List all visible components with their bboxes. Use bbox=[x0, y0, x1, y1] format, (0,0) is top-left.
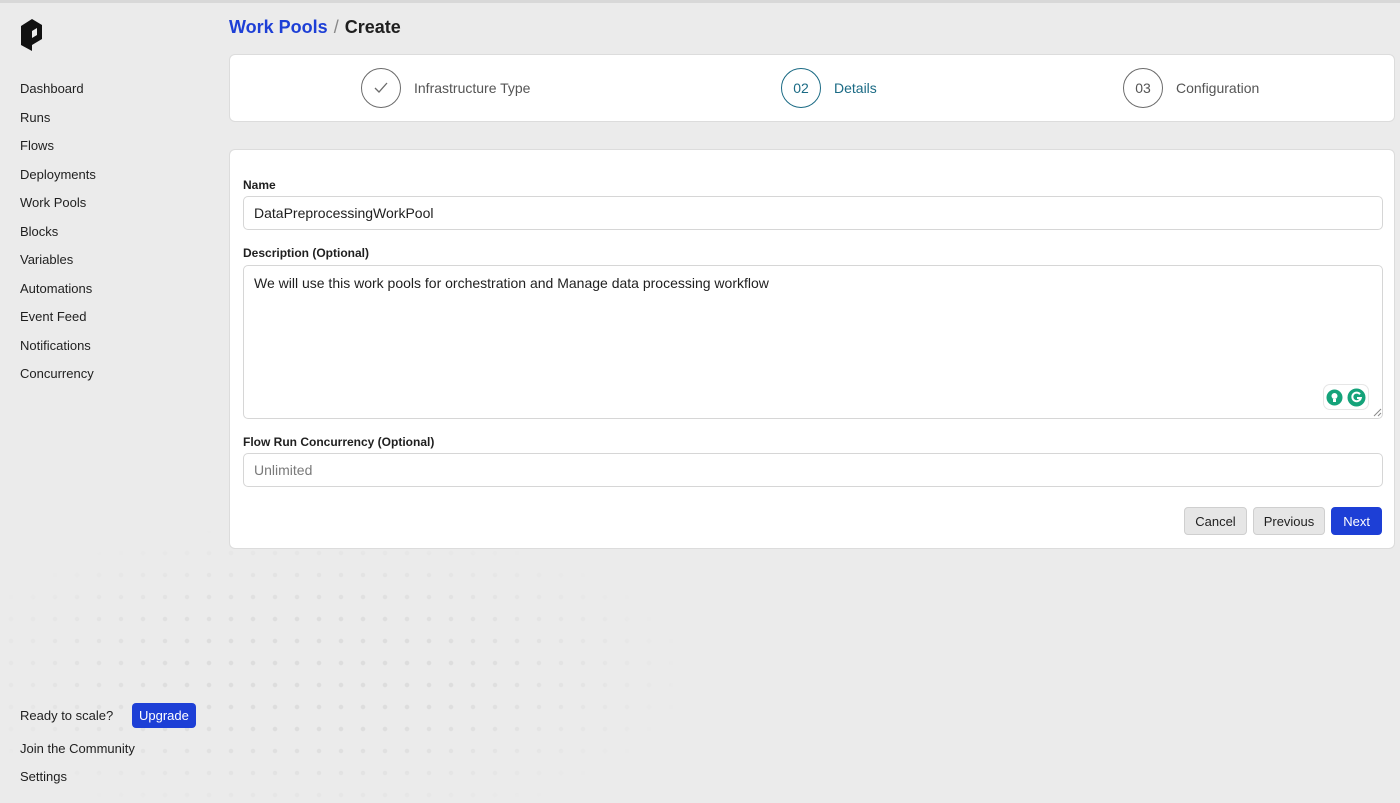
sidebar-item-event-feed[interactable]: Event Feed bbox=[20, 308, 96, 337]
cancel-button[interactable]: Cancel bbox=[1184, 507, 1247, 535]
step-infrastructure-type[interactable]: Infrastructure Type bbox=[361, 68, 530, 108]
sidebar-item-flows[interactable]: Flows bbox=[20, 137, 96, 166]
breadcrumb-separator: / bbox=[333, 17, 339, 37]
join-community-link[interactable]: Join the Community bbox=[20, 741, 210, 757]
grammarly-widget[interactable] bbox=[1323, 384, 1369, 410]
breadcrumb-work-pools-link[interactable]: Work Pools bbox=[229, 17, 328, 37]
ready-to-scale-text: Ready to scale? bbox=[20, 708, 114, 723]
page-title: Create bbox=[344, 17, 401, 37]
wizard-stepper: Infrastructure Type 02 Details 03 Config… bbox=[229, 54, 1395, 122]
sidebar-item-blocks[interactable]: Blocks bbox=[20, 223, 96, 252]
lightbulb-icon bbox=[1326, 389, 1343, 405]
work-pool-details-form: Name Description (Optional) We will use … bbox=[229, 149, 1395, 549]
previous-button[interactable]: Previous bbox=[1252, 507, 1326, 535]
sidebar-item-variables[interactable]: Variables bbox=[20, 251, 96, 280]
upgrade-button[interactable]: Upgrade bbox=[132, 703, 196, 728]
step-label: Configuration bbox=[1176, 80, 1260, 96]
upgrade-prompt: Ready to scale? Upgrade bbox=[20, 703, 210, 728]
name-input[interactable] bbox=[243, 196, 1383, 230]
step-details[interactable]: 02 Details bbox=[781, 68, 877, 108]
checkmark-icon bbox=[361, 68, 401, 108]
next-button[interactable]: Next bbox=[1331, 507, 1382, 535]
sidebar-item-automations[interactable]: Automations bbox=[20, 280, 96, 309]
sidebar-item-deployments[interactable]: Deployments bbox=[20, 166, 96, 195]
sidebar-item-runs[interactable]: Runs bbox=[20, 109, 96, 138]
step-number: 03 bbox=[1123, 68, 1163, 108]
step-label: Infrastructure Type bbox=[414, 80, 531, 96]
step-configuration[interactable]: 03 Configuration bbox=[1123, 68, 1259, 108]
sidebar: Dashboard Runs Flows Deployments Work Po… bbox=[0, 0, 215, 803]
sidebar-item-dashboard[interactable]: Dashboard bbox=[20, 80, 96, 109]
grammarly-icon bbox=[1347, 388, 1366, 406]
concurrency-label: Flow Run Concurrency (Optional) bbox=[243, 435, 435, 449]
step-label: Details bbox=[834, 80, 877, 96]
description-label: Description (Optional) bbox=[243, 246, 369, 260]
sidebar-item-concurrency[interactable]: Concurrency bbox=[20, 365, 96, 394]
sidebar-footer: Ready to scale? Upgrade Join the Communi… bbox=[20, 703, 210, 785]
step-number: 02 bbox=[781, 68, 821, 108]
sidebar-item-notifications[interactable]: Notifications bbox=[20, 337, 96, 366]
name-label: Name bbox=[243, 178, 276, 192]
sidebar-item-work-pools[interactable]: Work Pools bbox=[20, 194, 96, 223]
sidebar-nav: Dashboard Runs Flows Deployments Work Po… bbox=[20, 80, 96, 394]
form-actions: Cancel Previous Next bbox=[1184, 507, 1382, 535]
breadcrumb: Work Pools / Create bbox=[229, 17, 401, 38]
concurrency-input[interactable] bbox=[243, 453, 1383, 487]
sidebar-item-settings[interactable]: Settings bbox=[20, 769, 210, 785]
description-textarea[interactable]: We will use this work pools for orchestr… bbox=[243, 265, 1383, 419]
resize-handle-icon[interactable] bbox=[1373, 408, 1382, 417]
prefect-logo-icon[interactable] bbox=[20, 18, 44, 52]
